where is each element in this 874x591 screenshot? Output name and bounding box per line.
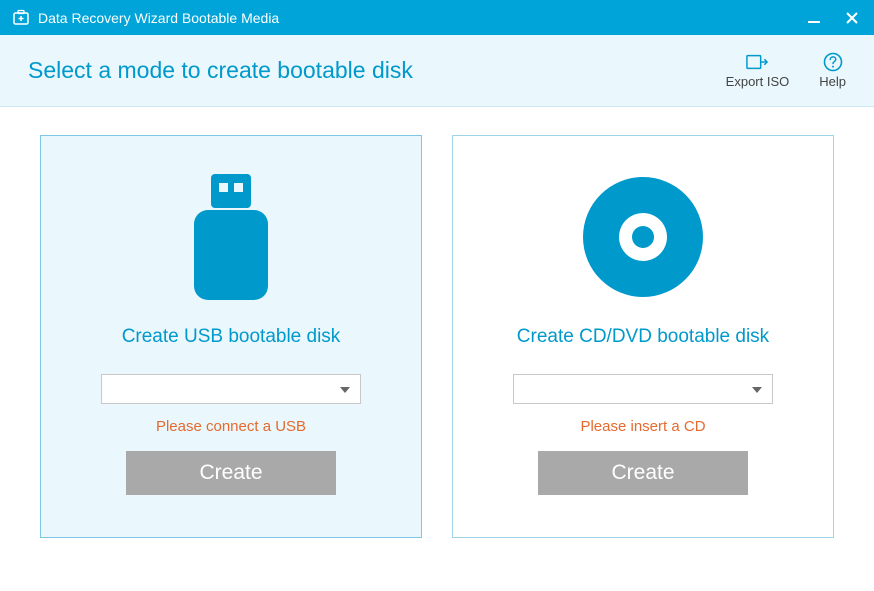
usb-icon [166,172,296,302]
window-controls [804,8,862,28]
export-iso-label: Export ISO [726,74,790,89]
cd-card-title: Create CD/DVD bootable disk [517,326,769,348]
export-iso-button[interactable]: Export ISO [726,52,790,89]
close-button[interactable] [842,8,862,28]
help-icon [822,52,844,72]
help-label: Help [819,74,846,89]
card-cd[interactable]: Create CD/DVD bootable disk Please inser… [452,135,834,538]
subheader: Select a mode to create bootable disk Ex… [0,35,874,107]
header-actions: Export ISO Help [726,52,846,89]
cd-hint: Please insert a CD [580,418,705,435]
export-iso-icon [746,52,768,72]
minimize-button[interactable] [804,8,824,28]
cd-icon [578,172,708,302]
titlebar: Data Recovery Wizard Bootable Media [0,0,874,35]
usb-card-title: Create USB bootable disk [122,326,341,348]
usb-create-button[interactable]: Create [126,451,336,495]
card-usb[interactable]: Create USB bootable disk Please connect … [40,135,422,538]
cd-device-select[interactable] [513,374,773,404]
usb-device-select[interactable] [101,374,361,404]
content: Create USB bootable disk Please connect … [0,107,874,566]
help-button[interactable]: Help [819,52,846,89]
cd-create-button[interactable]: Create [538,451,748,495]
app-icon [12,9,30,27]
window-title: Data Recovery Wizard Bootable Media [38,10,804,26]
page-heading: Select a mode to create bootable disk [28,57,726,84]
usb-hint: Please connect a USB [156,418,306,435]
